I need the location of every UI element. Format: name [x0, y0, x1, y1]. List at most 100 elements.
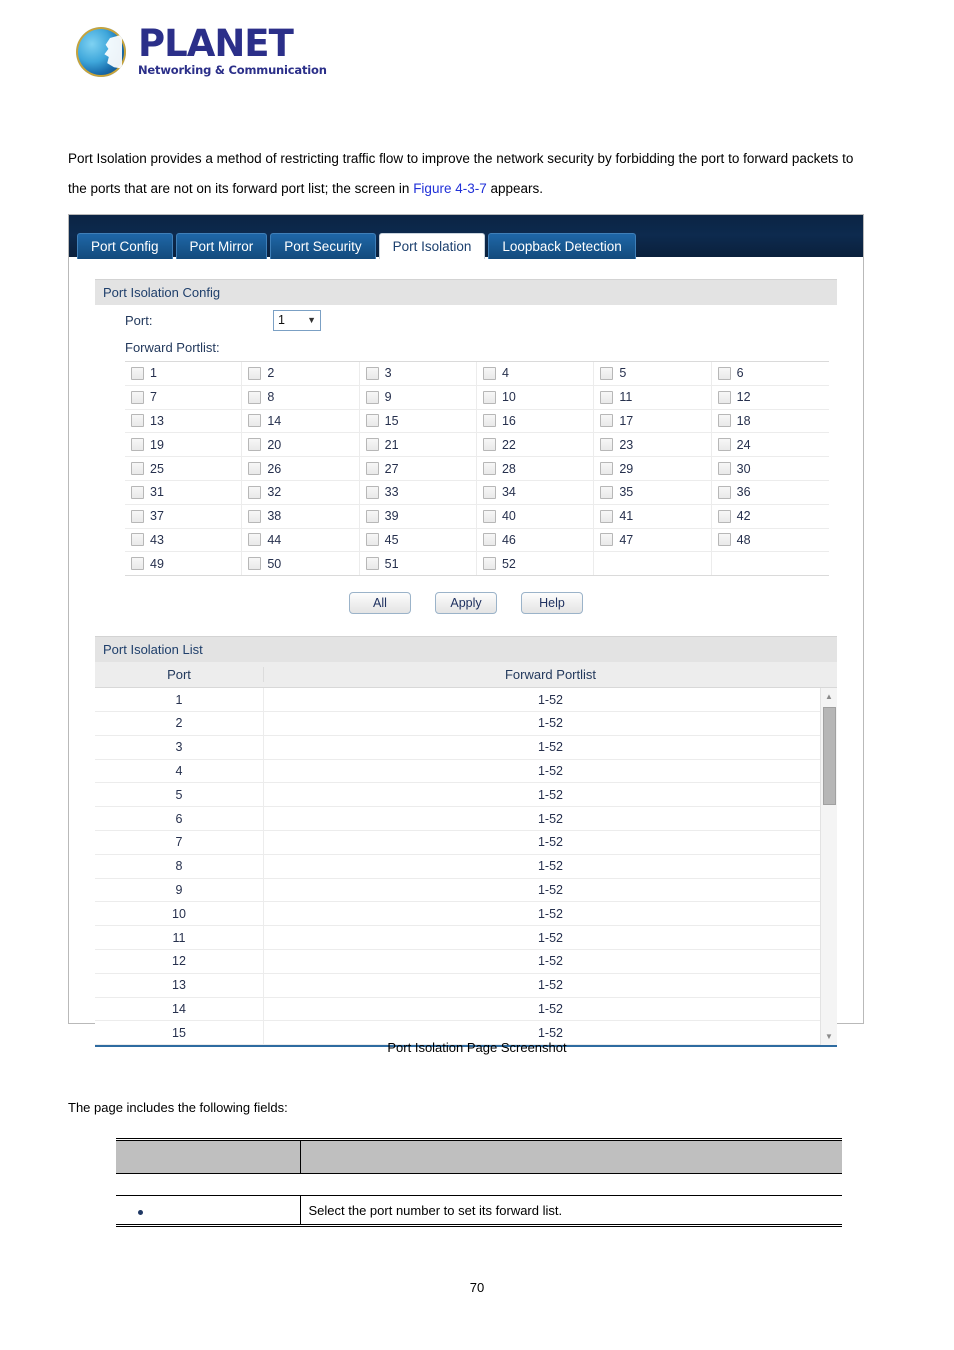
port-cell-20[interactable]: 20 [242, 433, 360, 457]
help-button[interactable]: Help [521, 592, 583, 615]
checkbox-port-38[interactable] [248, 509, 262, 523]
checkbox-port-34[interactable] [482, 485, 496, 499]
checkbox-port-39[interactable] [365, 509, 379, 523]
checkbox-port-15[interactable] [365, 414, 379, 428]
checkbox-port-16[interactable] [482, 414, 496, 428]
checkbox-port-43[interactable] [131, 533, 144, 547]
port-cell-30[interactable]: 30 [712, 457, 829, 480]
tab-port-isolation[interactable]: Port Isolation [378, 233, 486, 259]
port-cell-27[interactable]: 27 [360, 457, 477, 480]
checkbox-port-9[interactable] [365, 390, 379, 404]
table-row[interactable]: 6 1-52 [95, 807, 837, 831]
checkbox-port-48[interactable] [717, 533, 731, 547]
checkbox-port-6[interactable] [717, 366, 731, 380]
checkbox-port-13[interactable] [131, 414, 144, 428]
checkbox-port-50[interactable] [248, 557, 262, 571]
port-cell-50[interactable]: 50 [242, 552, 360, 576]
table-row[interactable]: 12 1-52 [95, 949, 837, 974]
table-row[interactable]: 3 1-52 [95, 735, 837, 760]
table-row[interactable]: 8 1-52 [95, 854, 837, 879]
port-cell-31[interactable]: 31 [125, 480, 243, 504]
checkbox-port-2[interactable] [248, 366, 262, 380]
tab-port-config[interactable]: Port Config [77, 233, 173, 259]
checkbox-port-17[interactable] [600, 414, 614, 428]
port-cell-40[interactable]: 40 [477, 504, 595, 528]
checkbox-port-25[interactable] [131, 462, 144, 476]
checkbox-port-22[interactable] [482, 438, 496, 452]
scrollbar-thumb[interactable] [823, 707, 836, 806]
port-cell-7[interactable]: 7 [125, 385, 243, 409]
port-cell-32[interactable]: 32 [242, 480, 360, 504]
checkbox-port-46[interactable] [482, 533, 496, 547]
port-cell-3[interactable]: 3 [360, 362, 477, 385]
checkbox-port-29[interactable] [600, 462, 614, 476]
checkbox-port-10[interactable] [482, 390, 496, 404]
port-cell-14[interactable]: 14 [242, 409, 360, 433]
table-row[interactable]: 2 1-52 [95, 711, 837, 736]
checkbox-port-31[interactable] [131, 485, 144, 499]
port-cell-51[interactable]: 51 [360, 552, 477, 576]
tab-port-security[interactable]: Port Security [270, 233, 376, 259]
port-select[interactable]: 1 ▼ [273, 309, 321, 331]
checkbox-port-35[interactable] [600, 485, 614, 499]
port-cell-11[interactable]: 11 [594, 385, 712, 409]
checkbox-port-30[interactable] [717, 462, 731, 476]
port-cell-9[interactable]: 9 [360, 385, 477, 409]
checkbox-port-52[interactable] [482, 557, 496, 571]
checkbox-port-11[interactable] [600, 390, 614, 404]
checkbox-port-33[interactable] [365, 485, 379, 499]
port-cell-10[interactable]: 10 [477, 385, 595, 409]
list-scrollbar[interactable]: ▲ ▼ [820, 688, 837, 1046]
port-cell-46[interactable]: 46 [477, 528, 595, 552]
port-cell-23[interactable]: 23 [594, 433, 712, 457]
port-cell-21[interactable]: 21 [360, 433, 477, 457]
checkbox-port-51[interactable] [365, 557, 379, 571]
checkbox-port-27[interactable] [365, 462, 379, 476]
port-cell-34[interactable]: 34 [477, 480, 595, 504]
port-cell-22[interactable]: 22 [477, 433, 595, 457]
checkbox-port-5[interactable] [600, 366, 614, 380]
checkbox-port-40[interactable] [482, 509, 496, 523]
port-cell-36[interactable]: 36 [712, 481, 829, 504]
checkbox-port-20[interactable] [248, 438, 262, 452]
table-row[interactable]: 10 1-52 [95, 902, 837, 927]
port-cell-25[interactable]: 25 [125, 457, 243, 480]
port-cell-38[interactable]: 38 [242, 504, 360, 528]
table-row[interactable]: 9 1-52 [95, 878, 837, 903]
port-cell-16[interactable]: 16 [477, 409, 595, 433]
tab-port-mirror[interactable]: Port Mirror [175, 233, 268, 259]
checkbox-port-49[interactable] [131, 557, 144, 571]
port-cell-52[interactable]: 52 [477, 552, 595, 576]
checkbox-port-44[interactable] [248, 533, 262, 547]
port-cell-13[interactable]: 13 [125, 409, 243, 433]
checkbox-port-42[interactable] [717, 509, 731, 523]
table-row[interactable]: 1 1-52 [95, 688, 837, 712]
table-row[interactable]: 11 1-52 [95, 926, 837, 950]
checkbox-port-23[interactable] [600, 438, 614, 452]
port-cell-39[interactable]: 39 [360, 504, 477, 528]
port-cell-43[interactable]: 43 [125, 528, 243, 552]
table-row[interactable]: 4 1-52 [95, 759, 837, 784]
port-cell-44[interactable]: 44 [242, 528, 360, 552]
port-cell-19[interactable]: 19 [125, 433, 243, 457]
port-cell-42[interactable]: 42 [712, 505, 829, 528]
port-cell-6[interactable]: 6 [712, 362, 829, 385]
port-cell-41[interactable]: 41 [594, 504, 712, 528]
port-cell-12[interactable]: 12 [712, 386, 829, 409]
checkbox-port-3[interactable] [365, 366, 379, 380]
port-cell-45[interactable]: 45 [360, 528, 477, 552]
scroll-up-arrow-icon[interactable]: ▲ [821, 688, 837, 705]
port-cell-49[interactable]: 49 [125, 552, 243, 576]
table-row[interactable]: 14 1-52 [95, 997, 837, 1022]
port-cell-48[interactable]: 48 [712, 529, 829, 552]
checkbox-port-21[interactable] [365, 438, 379, 452]
checkbox-port-24[interactable] [717, 438, 731, 452]
port-cell-4[interactable]: 4 [477, 362, 595, 385]
all-button[interactable]: All [349, 592, 411, 615]
checkbox-port-18[interactable] [717, 414, 731, 428]
tab-loopback-detection[interactable]: Loopback Detection [488, 233, 636, 259]
port-cell-18[interactable]: 18 [712, 410, 829, 433]
checkbox-port-37[interactable] [131, 509, 144, 523]
port-cell-47[interactable]: 47 [594, 528, 712, 552]
port-cell-29[interactable]: 29 [594, 457, 712, 480]
